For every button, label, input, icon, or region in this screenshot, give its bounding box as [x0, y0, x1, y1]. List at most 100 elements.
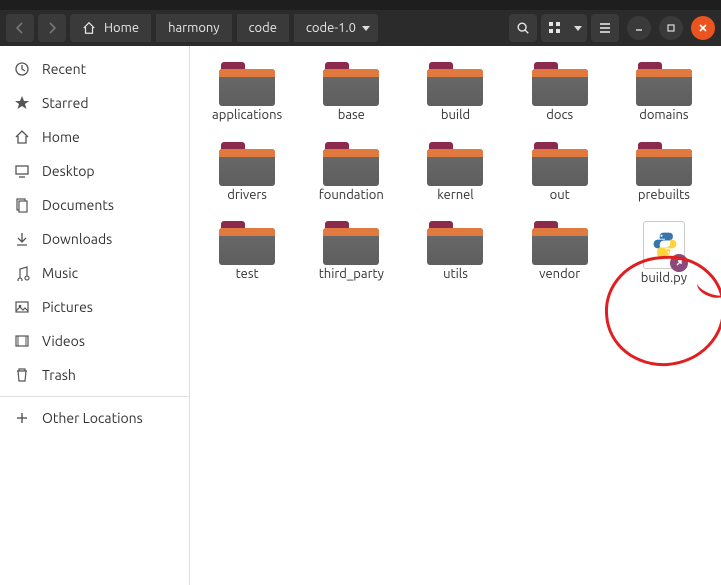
folder-icon — [219, 221, 275, 265]
item-label: vendor — [539, 267, 580, 283]
item-label: drivers — [227, 188, 267, 204]
breadcrumb-home-label: Home — [104, 21, 139, 35]
item-label: domains — [639, 108, 688, 124]
breadcrumb-home[interactable]: Home — [70, 14, 151, 42]
sidebar-item-label: Other Locations — [42, 410, 143, 426]
folder-icon — [219, 62, 275, 106]
folder-item[interactable]: test — [198, 217, 296, 291]
folder-icon — [532, 221, 588, 265]
videos-icon — [14, 333, 30, 349]
item-label: kernel — [437, 188, 473, 204]
nav-forward-button[interactable] — [38, 14, 66, 42]
trash-icon — [14, 367, 30, 383]
breadcrumb-harmony[interactable]: harmony — [156, 14, 231, 42]
window-close-button[interactable] — [691, 16, 715, 40]
nav-back-button[interactable] — [6, 14, 34, 42]
desktop-icon — [14, 163, 30, 179]
sidebar-item-other-locations[interactable]: Other Locations — [0, 401, 189, 435]
symlink-badge-icon — [670, 254, 688, 272]
item-label: foundation — [319, 188, 384, 204]
sidebar-item-label: Home — [42, 129, 80, 145]
titlebar — [0, 0, 721, 10]
sidebar-separator — [0, 396, 189, 397]
sidebar-item-desktop[interactable]: Desktop — [0, 154, 189, 188]
folder-item[interactable]: prebuilts — [615, 138, 713, 208]
item-label: out — [550, 188, 570, 204]
folder-icon — [427, 62, 483, 106]
documents-icon — [14, 197, 30, 213]
folder-item[interactable]: kernel — [406, 138, 504, 208]
folder-item[interactable]: out — [511, 138, 609, 208]
star-icon — [14, 95, 30, 111]
pictures-icon — [14, 299, 30, 315]
plus-icon — [14, 410, 30, 426]
sidebar-item-music[interactable]: Music — [0, 256, 189, 290]
folder-icon — [323, 62, 379, 106]
file-item[interactable]: build.py — [615, 217, 713, 291]
sidebar-item-label: Desktop — [42, 163, 95, 179]
item-label: build — [441, 108, 470, 124]
sidebar-item-home[interactable]: Home — [0, 120, 189, 154]
music-icon — [14, 265, 30, 281]
folder-item[interactable]: foundation — [302, 138, 400, 208]
window-minimize-button[interactable] — [627, 16, 651, 40]
folder-icon — [532, 62, 588, 106]
folder-icon — [427, 221, 483, 265]
sidebar-item-label: Starred — [42, 95, 89, 111]
folder-item[interactable]: third_party — [302, 217, 400, 291]
sidebar-item-videos[interactable]: Videos — [0, 324, 189, 358]
sidebar-item-recent[interactable]: Recent — [0, 52, 189, 86]
folder-icon — [323, 221, 379, 265]
downloads-icon — [14, 231, 30, 247]
folder-icon — [532, 142, 588, 186]
python-file-icon — [643, 221, 685, 269]
sidebar: Recent Starred Home Desktop Documents Do… — [0, 46, 190, 585]
breadcrumb-current[interactable]: code-1.0 — [294, 14, 378, 42]
home-icon — [82, 21, 96, 35]
sidebar-item-label: Recent — [42, 61, 86, 77]
view-switcher[interactable] — [541, 14, 587, 42]
sidebar-item-label: Pictures — [42, 299, 93, 315]
item-label: applications — [212, 108, 282, 124]
breadcrumb-code[interactable]: code — [237, 14, 289, 42]
sidebar-item-documents[interactable]: Documents — [0, 188, 189, 222]
folder-item[interactable]: applications — [198, 58, 296, 128]
hamburger-menu-button[interactable] — [591, 14, 619, 42]
item-label: build.py — [641, 271, 687, 287]
search-button[interactable] — [509, 14, 537, 42]
sidebar-item-label: Trash — [42, 367, 76, 383]
folder-icon — [636, 62, 692, 106]
folder-item[interactable]: domains — [615, 58, 713, 128]
folder-item[interactable]: build — [406, 58, 504, 128]
folder-item[interactable]: utils — [406, 217, 504, 291]
folder-icon — [323, 142, 379, 186]
home-icon — [14, 129, 30, 145]
folder-item[interactable]: docs — [511, 58, 609, 128]
item-label: third_party — [319, 267, 384, 283]
icon-view-button[interactable] — [541, 14, 569, 42]
sidebar-item-starred[interactable]: Starred — [0, 86, 189, 120]
sidebar-item-trash[interactable]: Trash — [0, 358, 189, 392]
folder-item[interactable]: drivers — [198, 138, 296, 208]
sidebar-item-label: Documents — [42, 197, 114, 213]
file-view[interactable]: applications base build docs domains drivers f… — [190, 46, 721, 585]
folder-item[interactable]: base — [302, 58, 400, 128]
window-maximize-button[interactable] — [659, 16, 683, 40]
sidebar-item-downloads[interactable]: Downloads — [0, 222, 189, 256]
sidebar-item-pictures[interactable]: Pictures — [0, 290, 189, 324]
folder-item[interactable]: vendor — [511, 217, 609, 291]
sidebar-item-label: Videos — [42, 333, 85, 349]
clock-icon — [14, 61, 30, 77]
sidebar-item-label: Music — [42, 265, 78, 281]
item-label: docs — [546, 108, 573, 124]
item-label: base — [338, 108, 365, 124]
item-label: utils — [443, 267, 468, 283]
item-label: test — [236, 267, 259, 283]
view-options-dropdown[interactable] — [569, 14, 587, 42]
chevron-down-icon — [362, 26, 370, 31]
folder-icon — [636, 142, 692, 186]
toolbar: Home harmony code code-1.0 — [0, 10, 721, 46]
folder-icon — [427, 142, 483, 186]
sidebar-item-label: Downloads — [42, 231, 112, 247]
item-label: prebuilts — [638, 188, 690, 204]
